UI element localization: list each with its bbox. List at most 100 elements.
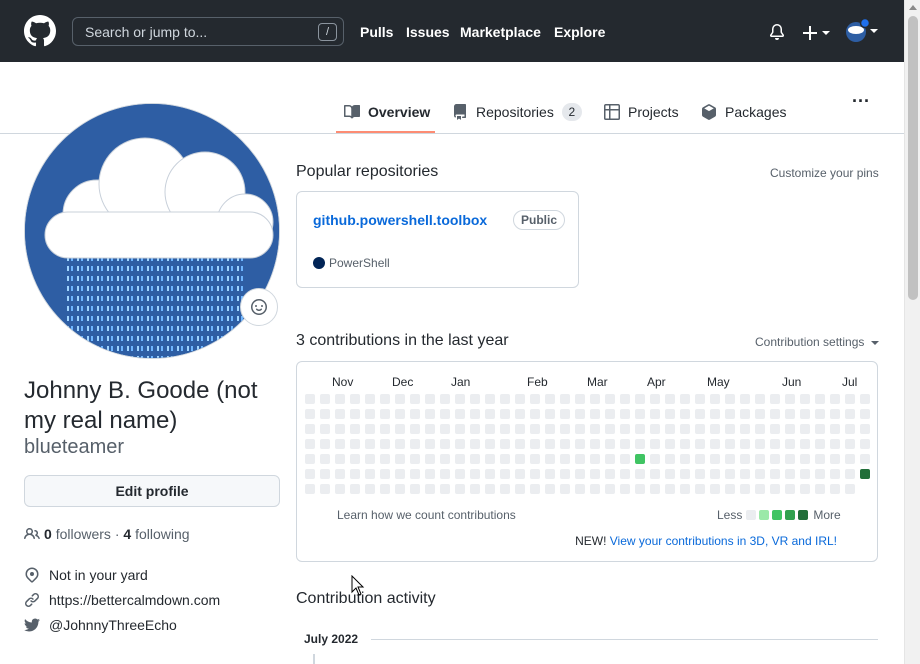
- contribution-day-cell[interactable]: [785, 469, 795, 479]
- contribution-day-cell[interactable]: [365, 469, 375, 479]
- contribution-day-cell[interactable]: [650, 469, 660, 479]
- contribution-day-cell[interactable]: [845, 439, 855, 449]
- contribution-day-cell[interactable]: [305, 454, 315, 464]
- contribution-day-cell[interactable]: [500, 469, 510, 479]
- contribution-day-cell[interactable]: [710, 484, 720, 494]
- contribution-day-cell[interactable]: [425, 454, 435, 464]
- contribution-day-cell[interactable]: [635, 409, 645, 419]
- contribution-day-cell[interactable]: [845, 484, 855, 494]
- tab-packages[interactable]: Packages: [701, 100, 786, 124]
- contribution-day-cell[interactable]: [365, 394, 375, 404]
- contribution-day-cell[interactable]: [770, 409, 780, 419]
- contribution-day-cell[interactable]: [575, 484, 585, 494]
- contribution-day-cell[interactable]: [785, 394, 795, 404]
- contribution-day-cell[interactable]: [560, 484, 570, 494]
- contribution-day-cell[interactable]: [695, 469, 705, 479]
- contribution-day-cell[interactable]: [740, 484, 750, 494]
- contribution-day-cell[interactable]: [440, 409, 450, 419]
- tab-projects[interactable]: Projects: [604, 100, 679, 124]
- profile-twitter[interactable]: @JohnnyThreeEcho: [24, 617, 177, 633]
- contribution-day-cell[interactable]: [755, 439, 765, 449]
- contribution-day-cell[interactable]: [665, 439, 675, 449]
- contribution-day-cell[interactable]: [830, 424, 840, 434]
- contribution-day-cell[interactable]: [455, 424, 465, 434]
- contribution-day-cell[interactable]: [380, 484, 390, 494]
- followers-label[interactable]: followers: [56, 526, 111, 542]
- contribution-day-cell[interactable]: [590, 424, 600, 434]
- contribution-day-cell[interactable]: [485, 409, 495, 419]
- contribution-day-cell[interactable]: [815, 454, 825, 464]
- contribution-day-cell[interactable]: [665, 424, 675, 434]
- contribution-day-cell[interactable]: [590, 454, 600, 464]
- contribution-day-cell[interactable]: [320, 469, 330, 479]
- contribution-day-cell[interactable]: [785, 439, 795, 449]
- contribution-day-cell[interactable]: [380, 424, 390, 434]
- contribution-day-cell[interactable]: [800, 454, 810, 464]
- set-status-button[interactable]: [240, 288, 278, 326]
- contribution-day-cell[interactable]: [635, 484, 645, 494]
- contribution-day-cell[interactable]: [395, 439, 405, 449]
- contribution-day-cell[interactable]: [605, 409, 615, 419]
- contribution-day-cell[interactable]: [350, 484, 360, 494]
- contribution-day-cell[interactable]: [395, 394, 405, 404]
- contribution-day-cell[interactable]: [530, 469, 540, 479]
- contribution-day-cell[interactable]: [650, 484, 660, 494]
- contribution-day-cell[interactable]: [485, 424, 495, 434]
- contribution-day-cell[interactable]: [545, 454, 555, 464]
- contribution-day-cell[interactable]: [665, 454, 675, 464]
- user-avatar-menu-icon[interactable]: [845, 18, 879, 44]
- contribution-day-cell[interactable]: [725, 484, 735, 494]
- contribution-day-cell[interactable]: [485, 454, 495, 464]
- contribution-day-cell[interactable]: [455, 409, 465, 419]
- contribution-day-cell[interactable]: [350, 469, 360, 479]
- contribution-day-cell[interactable]: [635, 424, 645, 434]
- contribution-day-cell[interactable]: [455, 394, 465, 404]
- contribution-day-cell[interactable]: [455, 484, 465, 494]
- contribution-day-cell[interactable]: [800, 469, 810, 479]
- contribution-day-cell[interactable]: [575, 469, 585, 479]
- contribution-day-cell[interactable]: [500, 484, 510, 494]
- contribution-day-cell[interactable]: [470, 469, 480, 479]
- contribution-day-cell[interactable]: [695, 409, 705, 419]
- contribution-day-cell[interactable]: [425, 469, 435, 479]
- contribution-day-cell[interactable]: [770, 454, 780, 464]
- contribution-day-cell[interactable]: [710, 424, 720, 434]
- contribution-day-cell[interactable]: [680, 424, 690, 434]
- contribution-day-cell[interactable]: [500, 394, 510, 404]
- contribution-day-cell[interactable]: [380, 394, 390, 404]
- contribution-day-cell[interactable]: [815, 424, 825, 434]
- contribution-day-cell[interactable]: [560, 409, 570, 419]
- nav-marketplace[interactable]: Marketplace: [460, 24, 541, 40]
- contribution-day-cell[interactable]: [320, 454, 330, 464]
- contribution-day-cell[interactable]: [455, 439, 465, 449]
- contribution-day-cell[interactable]: [830, 394, 840, 404]
- contribution-day-cell[interactable]: [845, 394, 855, 404]
- contribution-day-cell[interactable]: [515, 439, 525, 449]
- website-link[interactable]: https://bettercalmdown.com: [49, 592, 220, 608]
- profile-avatar[interactable]: [24, 103, 280, 359]
- contribution-day-cell[interactable]: [815, 469, 825, 479]
- contribution-day-cell[interactable]: [740, 409, 750, 419]
- contribution-day-cell[interactable]: [605, 424, 615, 434]
- contribution-day-cell[interactable]: [710, 439, 720, 449]
- following-label[interactable]: following: [135, 526, 189, 542]
- contribution-day-cell[interactable]: [440, 394, 450, 404]
- view-3d-contributions-link[interactable]: View your contributions in 3D, VR and IR…: [610, 534, 837, 548]
- tab-overview[interactable]: Overview: [344, 100, 430, 124]
- contribution-day-cell[interactable]: [770, 394, 780, 404]
- contribution-day-cell[interactable]: [830, 409, 840, 419]
- contribution-day-cell[interactable]: [860, 469, 870, 479]
- contribution-day-cell[interactable]: [635, 439, 645, 449]
- contribution-day-cell[interactable]: [785, 424, 795, 434]
- nav-explore[interactable]: Explore: [554, 24, 605, 40]
- contribution-day-cell[interactable]: [410, 484, 420, 494]
- contribution-day-cell[interactable]: [680, 394, 690, 404]
- contribution-day-cell[interactable]: [725, 454, 735, 464]
- contribution-day-cell[interactable]: [395, 484, 405, 494]
- contribution-day-cell[interactable]: [650, 409, 660, 419]
- contribution-day-cell[interactable]: [440, 439, 450, 449]
- contribution-day-cell[interactable]: [860, 454, 870, 464]
- contribution-day-cell[interactable]: [320, 394, 330, 404]
- contribution-day-cell[interactable]: [410, 454, 420, 464]
- contribution-day-cell[interactable]: [680, 454, 690, 464]
